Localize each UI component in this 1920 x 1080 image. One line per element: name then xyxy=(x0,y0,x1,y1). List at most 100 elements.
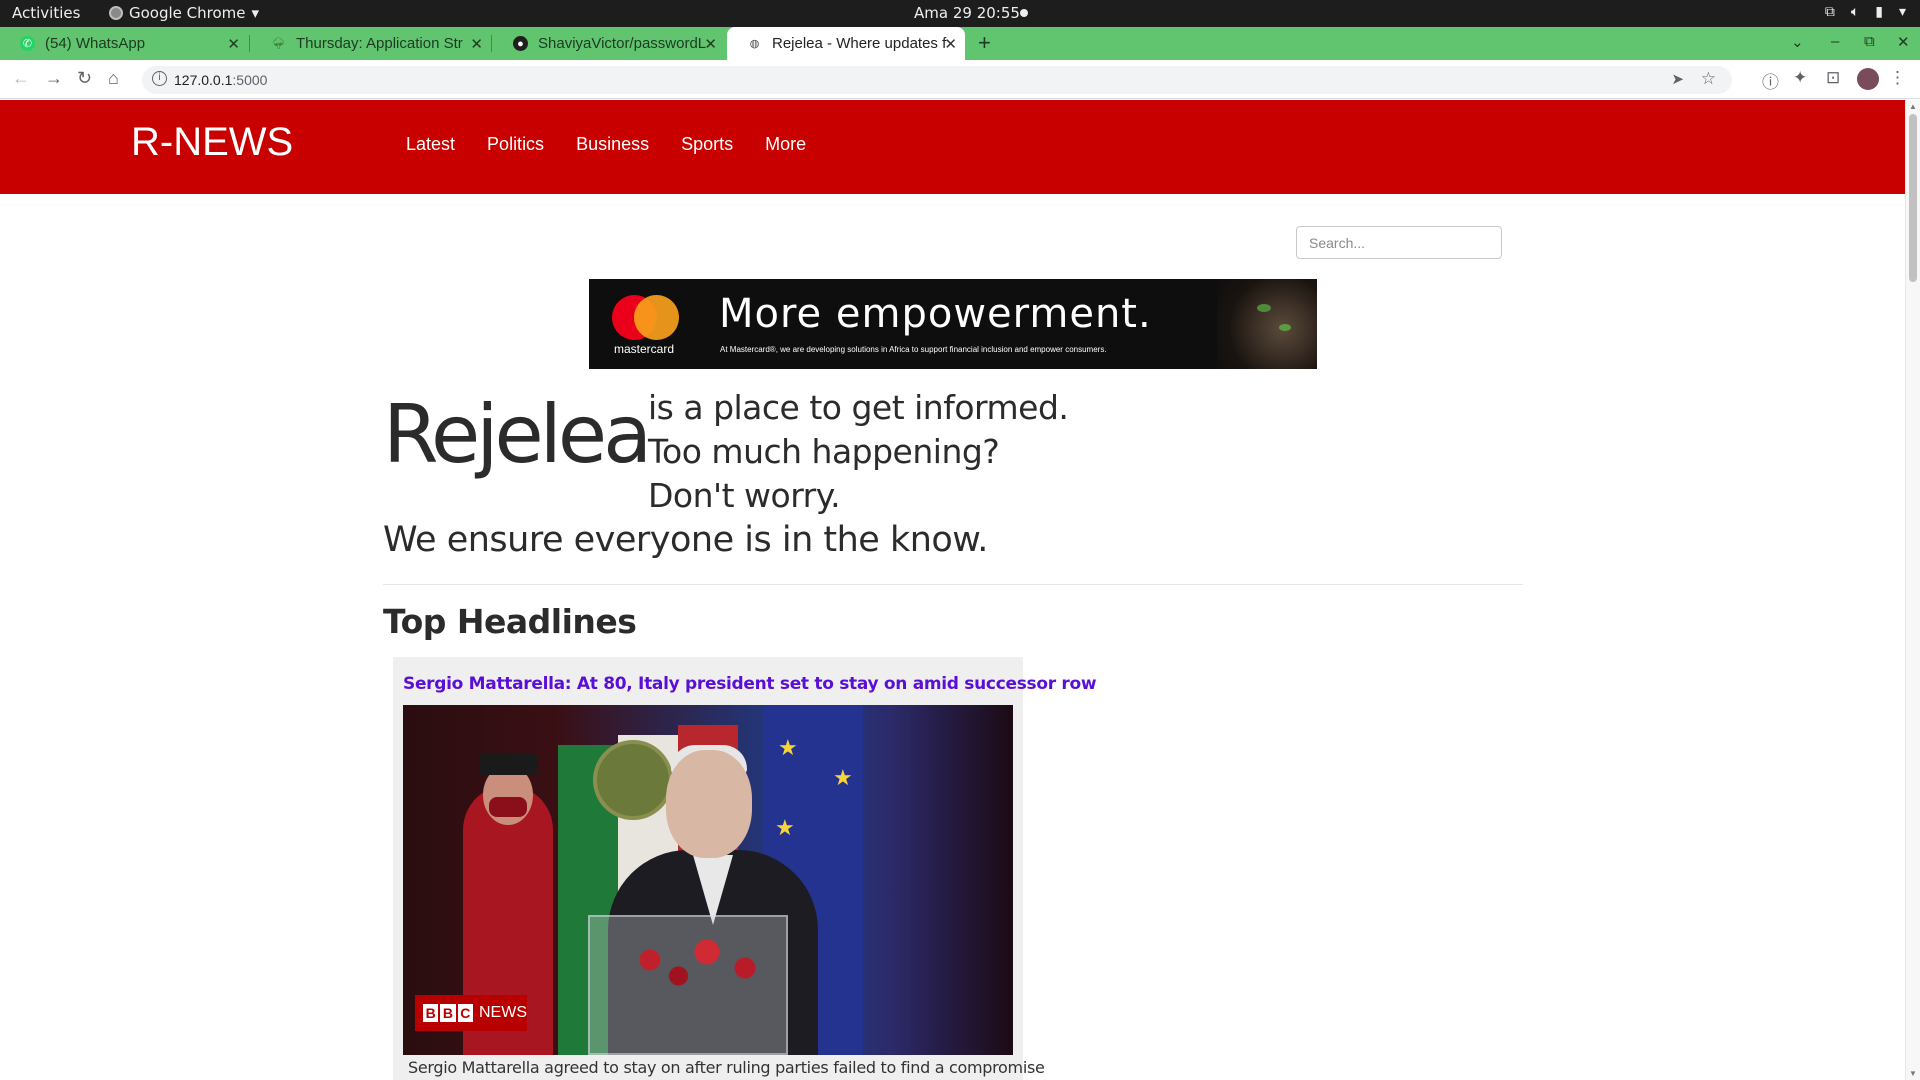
site-info-icon[interactable]: i xyxy=(152,71,167,86)
tab-title: ShaviyaVictor/passwordL xyxy=(538,35,707,52)
app-menu-label: Google Chrome xyxy=(129,4,246,22)
whatsapp-icon: ✆ xyxy=(20,36,35,51)
jumbotron-line-3: Don't worry. xyxy=(648,476,841,515)
close-tab-icon[interactable]: ✕ xyxy=(704,35,717,53)
tree-icon: 🌳︎ xyxy=(271,38,286,50)
scroll-up-icon[interactable]: ▲ xyxy=(1909,102,1917,111)
tab-github[interactable]: ● ShaviyaVictor/passwordL ✕ xyxy=(493,27,725,60)
extensions-puzzle-icon[interactable]: ✦ xyxy=(1793,68,1807,88)
nav-business[interactable]: Business xyxy=(576,134,649,155)
url-host: 127.0.0.1 xyxy=(174,72,233,88)
search-input[interactable] xyxy=(1296,226,1502,259)
tab-title: Rejelea - Where updates fl xyxy=(772,35,947,52)
article-image[interactable]: ★ ★ ★ B B C NEWS xyxy=(403,705,1013,1055)
seedling-icon xyxy=(1279,324,1291,331)
profile-avatar[interactable] xyxy=(1857,68,1879,90)
close-window-icon[interactable]: ✕ xyxy=(1897,33,1910,51)
nav-sports[interactable]: Sports xyxy=(681,134,733,155)
extension-icon[interactable]: ⓘ xyxy=(1762,68,1779,93)
system-menu-arrow-icon: ▾ xyxy=(1898,4,1906,20)
site-brand[interactable]: R-NEWS xyxy=(131,120,293,165)
person-left-mask xyxy=(489,797,527,817)
tab-separator xyxy=(249,35,250,52)
notification-dot-icon xyxy=(1020,9,1028,17)
clock[interactable]: Ama 29 20:55 xyxy=(914,4,1020,22)
bbc-news-badge: B B C NEWS xyxy=(415,995,527,1031)
system-top-bar: Activities Google Chrome ▾ Ama 29 20:55 … xyxy=(0,0,1920,27)
tab-rejelea[interactable]: ◍ Rejelea - Where updates fl ✕ xyxy=(727,27,965,60)
scroll-down-icon[interactable]: ▼ xyxy=(1909,1069,1917,1078)
address-bar[interactable]: i 127.0.0.1:5000 ➤ ☆ xyxy=(142,66,1732,94)
tab-search-icon[interactable]: ⌄ xyxy=(1791,33,1804,51)
menu-kebab-icon[interactable]: ⋮ xyxy=(1889,68,1906,88)
dropdown-arrow-icon: ▾ xyxy=(251,4,260,22)
page-scrollbar[interactable]: ▲ ▼ xyxy=(1905,100,1920,1080)
url-port: :5000 xyxy=(232,72,268,88)
ad-tagline: At Mastercard®, we are developing soluti… xyxy=(720,345,1107,354)
tab-title: (54) WhatsApp xyxy=(45,35,146,52)
reload-icon[interactable]: ↻ xyxy=(77,68,92,89)
ad-photo-hands-soil xyxy=(1217,279,1317,369)
activities-button[interactable]: Activities xyxy=(12,4,80,22)
mastercard-logo-yellow-circle xyxy=(634,295,679,340)
app-menu[interactable]: Google Chrome ▾ xyxy=(109,4,259,22)
jumbotron-brand: Rejelea xyxy=(383,388,652,481)
tab-title: Thursday: Application Str xyxy=(296,35,463,52)
tab-thursday[interactable]: 🌳︎ Thursday: Application Str ✕ xyxy=(251,27,491,60)
chrome-icon xyxy=(109,6,123,20)
site-navbar: R-NEWS Latest Politics Business Sports M… xyxy=(0,100,1905,194)
article-title-link[interactable]: Sergio Mattarella: At 80, Italy presiden… xyxy=(403,674,1097,694)
page-viewport: R-NEWS Latest Politics Business Sports M… xyxy=(0,100,1905,1080)
red-flowers xyxy=(593,920,783,1000)
jumbotron-line-4: We ensure everyone is in the know. xyxy=(383,520,988,560)
nav-more[interactable]: More xyxy=(765,134,806,155)
cast-icon[interactable]: ⊡ xyxy=(1826,68,1840,88)
mastercard-ad-banner[interactable]: mastercard More empowerment. At Masterca… xyxy=(589,279,1317,369)
eu-star-icon: ★ xyxy=(833,765,853,790)
jumbotron-line-2: Too much happening? xyxy=(648,432,1000,471)
bbc-letter-b2: B xyxy=(440,1004,456,1022)
bbc-letter-c: C xyxy=(457,1004,473,1022)
section-title: Top Headlines xyxy=(383,602,637,641)
tab-separator xyxy=(491,35,492,52)
network-icon: ⧉ xyxy=(1824,4,1835,20)
battery-icon: ▮ xyxy=(1875,4,1883,20)
forward-icon[interactable]: → xyxy=(45,68,63,89)
seedling-icon xyxy=(1257,304,1271,312)
article-summary: Sergio Mattarella agreed to stay on afte… xyxy=(408,1058,1045,1077)
tab-whatsapp[interactable]: ✆ (54) WhatsApp ✕ xyxy=(0,27,248,60)
back-icon[interactable]: ← xyxy=(12,68,30,89)
github-icon: ● xyxy=(513,36,528,51)
italy-emblem xyxy=(593,740,673,820)
nav-latest[interactable]: Latest xyxy=(406,134,455,155)
person-left-cap xyxy=(479,753,537,775)
bbc-news-label: NEWS xyxy=(478,1004,527,1021)
section-divider xyxy=(383,584,1523,585)
volume-icon: 🔈︎ xyxy=(1850,4,1860,20)
send-to-device-icon[interactable]: ➤ xyxy=(1671,70,1684,88)
ad-headline: More empowerment. xyxy=(719,291,1152,337)
bbc-letter-b1: B xyxy=(423,1004,439,1022)
eu-star-icon: ★ xyxy=(778,735,798,760)
ad-brand-text: mastercard xyxy=(614,342,675,356)
tab-strip: ✆ (54) WhatsApp ✕ 🌳︎ Thursday: Applicati… xyxy=(0,27,1920,60)
jumbotron-line-1: is a place to get informed. xyxy=(648,388,1069,427)
system-tray[interactable]: ⧉ 🔈︎ ▮ ▾ xyxy=(1825,4,1906,20)
eu-star-icon: ★ xyxy=(775,815,795,840)
minimize-icon[interactable]: – xyxy=(1831,33,1839,50)
new-tab-button[interactable]: + xyxy=(978,30,991,56)
article-card: Sergio Mattarella: At 80, Italy presiden… xyxy=(393,657,1097,1080)
close-tab-icon[interactable]: ✕ xyxy=(227,35,240,53)
president-head xyxy=(666,750,752,858)
home-icon[interactable]: ⌂ xyxy=(108,68,119,89)
url-text[interactable]: 127.0.0.1:5000 xyxy=(174,72,267,88)
bookmark-star-icon[interactable]: ☆ xyxy=(1701,69,1716,89)
globe-icon: ◍ xyxy=(749,38,760,50)
close-tab-icon[interactable]: ✕ xyxy=(944,35,957,53)
site-nav-links: Latest Politics Business Sports More xyxy=(406,134,806,155)
close-tab-icon[interactable]: ✕ xyxy=(470,35,483,53)
scrollbar-thumb[interactable] xyxy=(1909,114,1917,282)
browser-toolbar: ← → ↻ ⌂ i 127.0.0.1:5000 ➤ ☆ ⓘ ✦ ⊡ ⋮ xyxy=(0,60,1920,99)
restore-icon[interactable]: ⧉ xyxy=(1864,33,1875,50)
nav-politics[interactable]: Politics xyxy=(487,134,544,155)
